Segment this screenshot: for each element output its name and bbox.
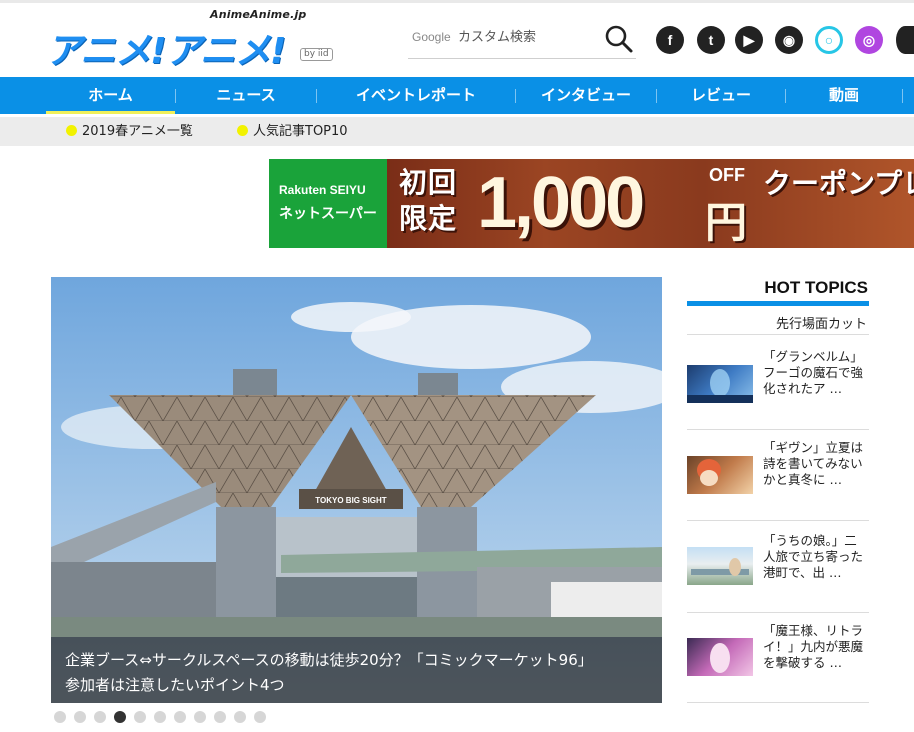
facebook-icon[interactable]: f — [656, 26, 684, 54]
ad-amount: 1,000 — [477, 163, 645, 243]
hot-topic-text: 「ギヴン」立夏は詩を書いてみないかと真冬に … — [763, 440, 864, 487]
carousel-dot[interactable] — [214, 711, 226, 723]
nav-video[interactable]: 動画 — [786, 77, 902, 114]
ad-banner[interactable]: Rakuten SEIYU ネットスーパー 初回限定 1,000 OFF 円 ク… — [269, 159, 914, 248]
hot-topics-bar — [687, 301, 869, 306]
hot-topic-item[interactable]: 「うちの娘。」二人旅で立ち寄った港町で、出 … — [687, 533, 869, 609]
subnav-popular-top10[interactable]: 人気記事TOP10 — [237, 117, 348, 146]
carousel-dot[interactable] — [94, 711, 106, 723]
divider — [687, 612, 869, 613]
hero-caption-line2: 参加者は注意したいポイント4つ — [65, 676, 285, 694]
ad-brand-panel: Rakuten SEIYU ネットスーパー — [269, 159, 387, 248]
ad-yen: 円 — [705, 198, 748, 247]
nav-event-report[interactable]: イベントレポート — [317, 77, 515, 114]
subnav-spring-anime-list[interactable]: 2019春アニメ一覧 — [66, 117, 193, 146]
nav-review[interactable]: レビュー — [657, 77, 785, 114]
ad-brand-sub: ネットスーパー — [279, 206, 377, 222]
hot-topic-text: 「グランベルム」フーゴの魔石で強化されたア … — [763, 349, 864, 396]
bullet-dot — [237, 125, 248, 136]
hot-topic-thumbnail — [687, 638, 753, 676]
carousel-dot[interactable] — [174, 711, 186, 723]
hot-topic-item[interactable]: 「魔王様、リトライ！」九内が悪魔を撃破する … — [687, 623, 869, 699]
bullet-dot — [66, 125, 77, 136]
divider — [687, 520, 869, 521]
hot-topic-thumbnail — [687, 365, 753, 403]
carousel-dot[interactable] — [74, 711, 86, 723]
search-button[interactable] — [604, 24, 634, 54]
hot-topic-item[interactable]: 「グランベルム」フーゴの魔石で強化されたア … — [687, 349, 869, 425]
divider — [687, 429, 869, 430]
alexa-icon[interactable]: ○ — [815, 26, 843, 54]
search-input[interactable] — [458, 27, 598, 47]
hero-caption: 企業ブース⇔サークルスペースの移動は徒歩20分？「コミックマーケット96」 参加… — [51, 637, 662, 703]
ad-offer-panel: 初回限定 1,000 OFF 円 クーポンプレゼント — [387, 159, 914, 248]
logo-wordmark: アニメ!アニメ! — [46, 31, 286, 72]
logo-byline: by iid — [300, 48, 333, 61]
hot-topics-title: HOT TOPICS — [764, 278, 868, 297]
hot-topic-text: 「うちの娘。」二人旅で立ち寄った港町で、出 … — [763, 533, 864, 580]
nav-divider — [902, 89, 903, 103]
podcast-icon[interactable]: ◎ — [855, 26, 883, 54]
carousel-dot[interactable] — [54, 711, 66, 723]
hot-topic-text: 「魔王様、リトライ！」九内が悪魔を撃破する … — [763, 623, 864, 670]
top-border — [0, 0, 914, 3]
building-sign: TOKYO BIG SIGHT — [315, 496, 387, 505]
twitter-icon[interactable]: t — [697, 26, 725, 54]
carousel-dot[interactable] — [254, 711, 266, 723]
subnav-label: 人気記事TOP10 — [253, 124, 348, 139]
divider — [687, 702, 869, 703]
hot-topic-item[interactable]: 「ギヴン」立夏は詩を書いてみないかと真冬に … — [687, 440, 869, 516]
ad-brand: Rakuten SEIYU — [279, 183, 366, 197]
nav-news[interactable]: ニュース — [176, 77, 316, 114]
main-nav: ホーム ニュース イベントレポート インタビュー レビュー 動画 — [0, 77, 914, 114]
hot-topic-thumbnail — [687, 456, 753, 494]
search-icon — [605, 25, 633, 53]
carousel-dot[interactable] — [194, 711, 206, 723]
nav-interview[interactable]: インタビュー — [516, 77, 656, 114]
carousel-dot[interactable] — [134, 711, 146, 723]
site-search: Google — [408, 24, 636, 59]
ad-off: OFF — [709, 165, 745, 185]
sub-nav: 2019春アニメ一覧 人気記事TOP10 — [0, 117, 914, 146]
search-brand: Google — [412, 30, 451, 44]
hot-topics-tag[interactable]: 先行場面カット — [687, 313, 867, 332]
ad-first-time: 初回限定 — [399, 166, 458, 235]
carousel-dot[interactable] — [234, 711, 246, 723]
hero-caption-line1: 企業ブース⇔サークルスペースの移動は徒歩20分？「コミックマーケット96」 — [65, 651, 593, 669]
ad-coupon: クーポンプレゼント — [763, 167, 914, 200]
social-more-icon[interactable] — [896, 26, 914, 54]
carousel-dot[interactable] — [114, 711, 126, 723]
youtube-icon[interactable]: ▶ — [735, 26, 763, 54]
logo-tagline: AnimeAnime.jp — [210, 8, 307, 21]
hot-topic-thumbnail — [687, 547, 753, 585]
subnav-label: 2019春アニメ一覧 — [82, 124, 193, 139]
site-logo[interactable]: AnimeAnime.jp アニメ!アニメ! by iid — [46, 8, 336, 72]
nav-home[interactable]: ホーム — [46, 77, 175, 114]
hero-slide[interactable]: TOKYO BIG SIGHT 企業ブース⇔サークルスペースの移動は徒歩20分？… — [51, 277, 662, 703]
carousel-dot[interactable] — [154, 711, 166, 723]
rss-icon[interactable]: ◉ — [775, 26, 803, 54]
divider — [687, 334, 869, 335]
